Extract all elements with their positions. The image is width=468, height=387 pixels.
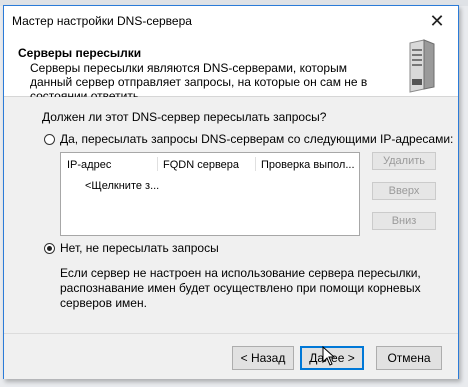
radio-forward-yes[interactable] <box>44 134 55 145</box>
close-icon[interactable]: ✕ <box>426 10 448 32</box>
back-button[interactable]: < Назад <box>232 346 294 370</box>
radio-forward-yes-label[interactable]: Да, пересылать запросы DNS-серверам со с… <box>60 132 453 146</box>
server-icon <box>409 39 435 93</box>
column-header-validation[interactable]: Проверка выпол... <box>261 159 355 171</box>
wizard-header: Серверы пересылки Серверы пересылки явля… <box>4 36 458 103</box>
forwarders-list[interactable]: IP-адрес FQDN сервера Проверка выпол... … <box>60 152 360 236</box>
dns-wizard-dialog: Мастер настройки DNS-сервера ✕ Серверы п… <box>3 5 459 379</box>
column-divider <box>157 157 158 171</box>
mouse-pointer-icon <box>322 346 336 366</box>
move-up-button[interactable]: Вверх <box>372 182 436 200</box>
column-header-ip[interactable]: IP-адрес <box>67 159 111 171</box>
delete-button[interactable]: Удалить <box>372 152 436 170</box>
wizard-body: Должен ли этот DNS-сервер пересылать зап… <box>4 97 458 333</box>
wizard-footer: < Назад Далее > Отмена <box>4 333 458 379</box>
title-bar: Мастер настройки DNS-сервера ✕ <box>4 6 458 36</box>
forwarding-question: Должен ли этот DNS-сервер пересылать зап… <box>42 110 327 124</box>
radio-forward-no-label[interactable]: Нет, не пересылать запросы <box>60 241 219 255</box>
window-title: Мастер настройки DNS-сервера <box>12 14 192 28</box>
cancel-button[interactable]: Отмена <box>376 346 442 370</box>
move-down-button[interactable]: Вниз <box>372 212 436 230</box>
column-header-fqdn[interactable]: FQDN сервера <box>163 159 239 171</box>
page-title: Серверы пересылки <box>18 46 142 60</box>
list-item-placeholder[interactable]: <Щелкните з... <box>85 180 159 192</box>
radio-forward-no[interactable] <box>44 243 55 254</box>
column-divider <box>255 157 256 171</box>
root-hints-info: Если сервер не настроен на использование… <box>60 266 421 310</box>
